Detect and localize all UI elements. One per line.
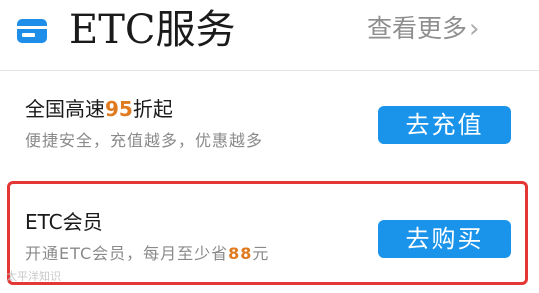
view-more-link[interactable]: 查看更多›	[367, 12, 479, 46]
buy-button[interactable]: 去购买	[378, 220, 511, 258]
member-title: ETC会员	[25, 210, 103, 234]
page-title: ETC服务	[69, 7, 236, 53]
view-more-label: 查看更多	[367, 14, 468, 43]
recharge-title-pre: 全国高速	[25, 97, 105, 121]
member-subtitle: 开通ETC会员，每月至少省88元	[25, 243, 269, 265]
recharge-subtitle: 便捷安全，充值越多，优惠越多	[25, 131, 264, 150]
member-subtitle-post: 元	[252, 244, 270, 263]
card-icon	[17, 19, 47, 43]
chevron-right-icon: ›	[469, 14, 480, 44]
member-savings-value: 88	[228, 244, 253, 263]
header: ETC服务 查看更多›	[0, 0, 539, 62]
card-icon-stripe	[17, 26, 47, 29]
recharge-discount-value: 95	[105, 97, 133, 121]
divider	[0, 70, 539, 71]
recharge-title-post: 折起	[132, 97, 173, 121]
member-subtitle-pre: 开通ETC会员，每月至少省	[25, 244, 229, 263]
recharge-button[interactable]: 去充值	[378, 106, 511, 144]
etc-service-panel: ETC服务 查看更多› 全国高速95折起 便捷安全，充值越多，优惠越多 去充值 …	[0, 0, 539, 293]
recharge-title: 全国高速95折起	[25, 96, 173, 122]
card-icon-chip	[22, 33, 35, 37]
watermark: 太平洋知识	[6, 270, 61, 283]
